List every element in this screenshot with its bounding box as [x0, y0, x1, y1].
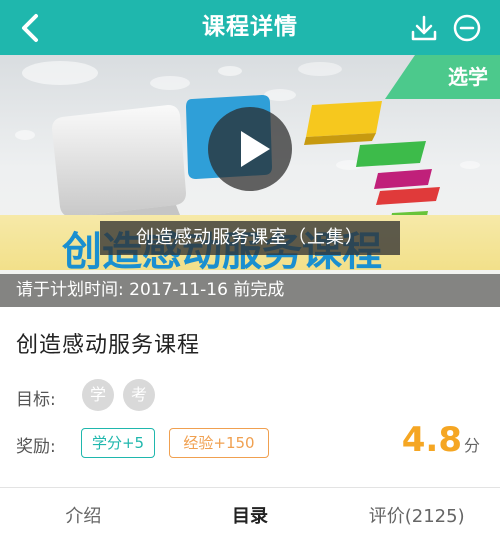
- tab-catalog[interactable]: 目录: [167, 488, 334, 545]
- course-video-banner[interactable]: 创造感动服务课程 选学 创造感动服务课室（上集） 请于计划时间: 2017-11…: [0, 55, 500, 307]
- tab-introduction[interactable]: 介绍: [0, 488, 167, 545]
- reward-label: 奖励:: [16, 437, 56, 457]
- rating-value: 4.8: [401, 420, 462, 460]
- course-rating: 4.8 分: [402, 420, 480, 460]
- play-icon: [208, 107, 292, 191]
- goal-label: 目标:: [16, 390, 56, 410]
- minus-circle-icon: [453, 14, 481, 42]
- tab-bar: 介绍 目录 评价(2125): [0, 488, 500, 545]
- experience-reward-tag: 经验+150: [169, 428, 269, 458]
- credit-reward-tag: 学分+5: [81, 428, 155, 458]
- play-button[interactable]: [206, 105, 294, 193]
- elective-tag-label: 选学: [448, 65, 488, 89]
- goal-badge-learn: 学: [82, 379, 114, 411]
- close-course-button[interactable]: [451, 12, 483, 44]
- top-nav-bar: 课程详情: [0, 0, 500, 55]
- tab-reviews[interactable]: 评价(2125): [333, 488, 500, 545]
- goal-badge-exam: 考: [123, 379, 155, 411]
- video-title-label[interactable]: 创造感动服务课室（上集）: [100, 221, 400, 255]
- rating-unit: 分: [463, 436, 480, 455]
- deadline-notice: 请于计划时间: 2017-11-16 前完成: [0, 274, 500, 307]
- download-icon: [411, 15, 437, 41]
- course-name: 创造感动服务课程: [16, 333, 201, 358]
- download-button[interactable]: [408, 12, 440, 44]
